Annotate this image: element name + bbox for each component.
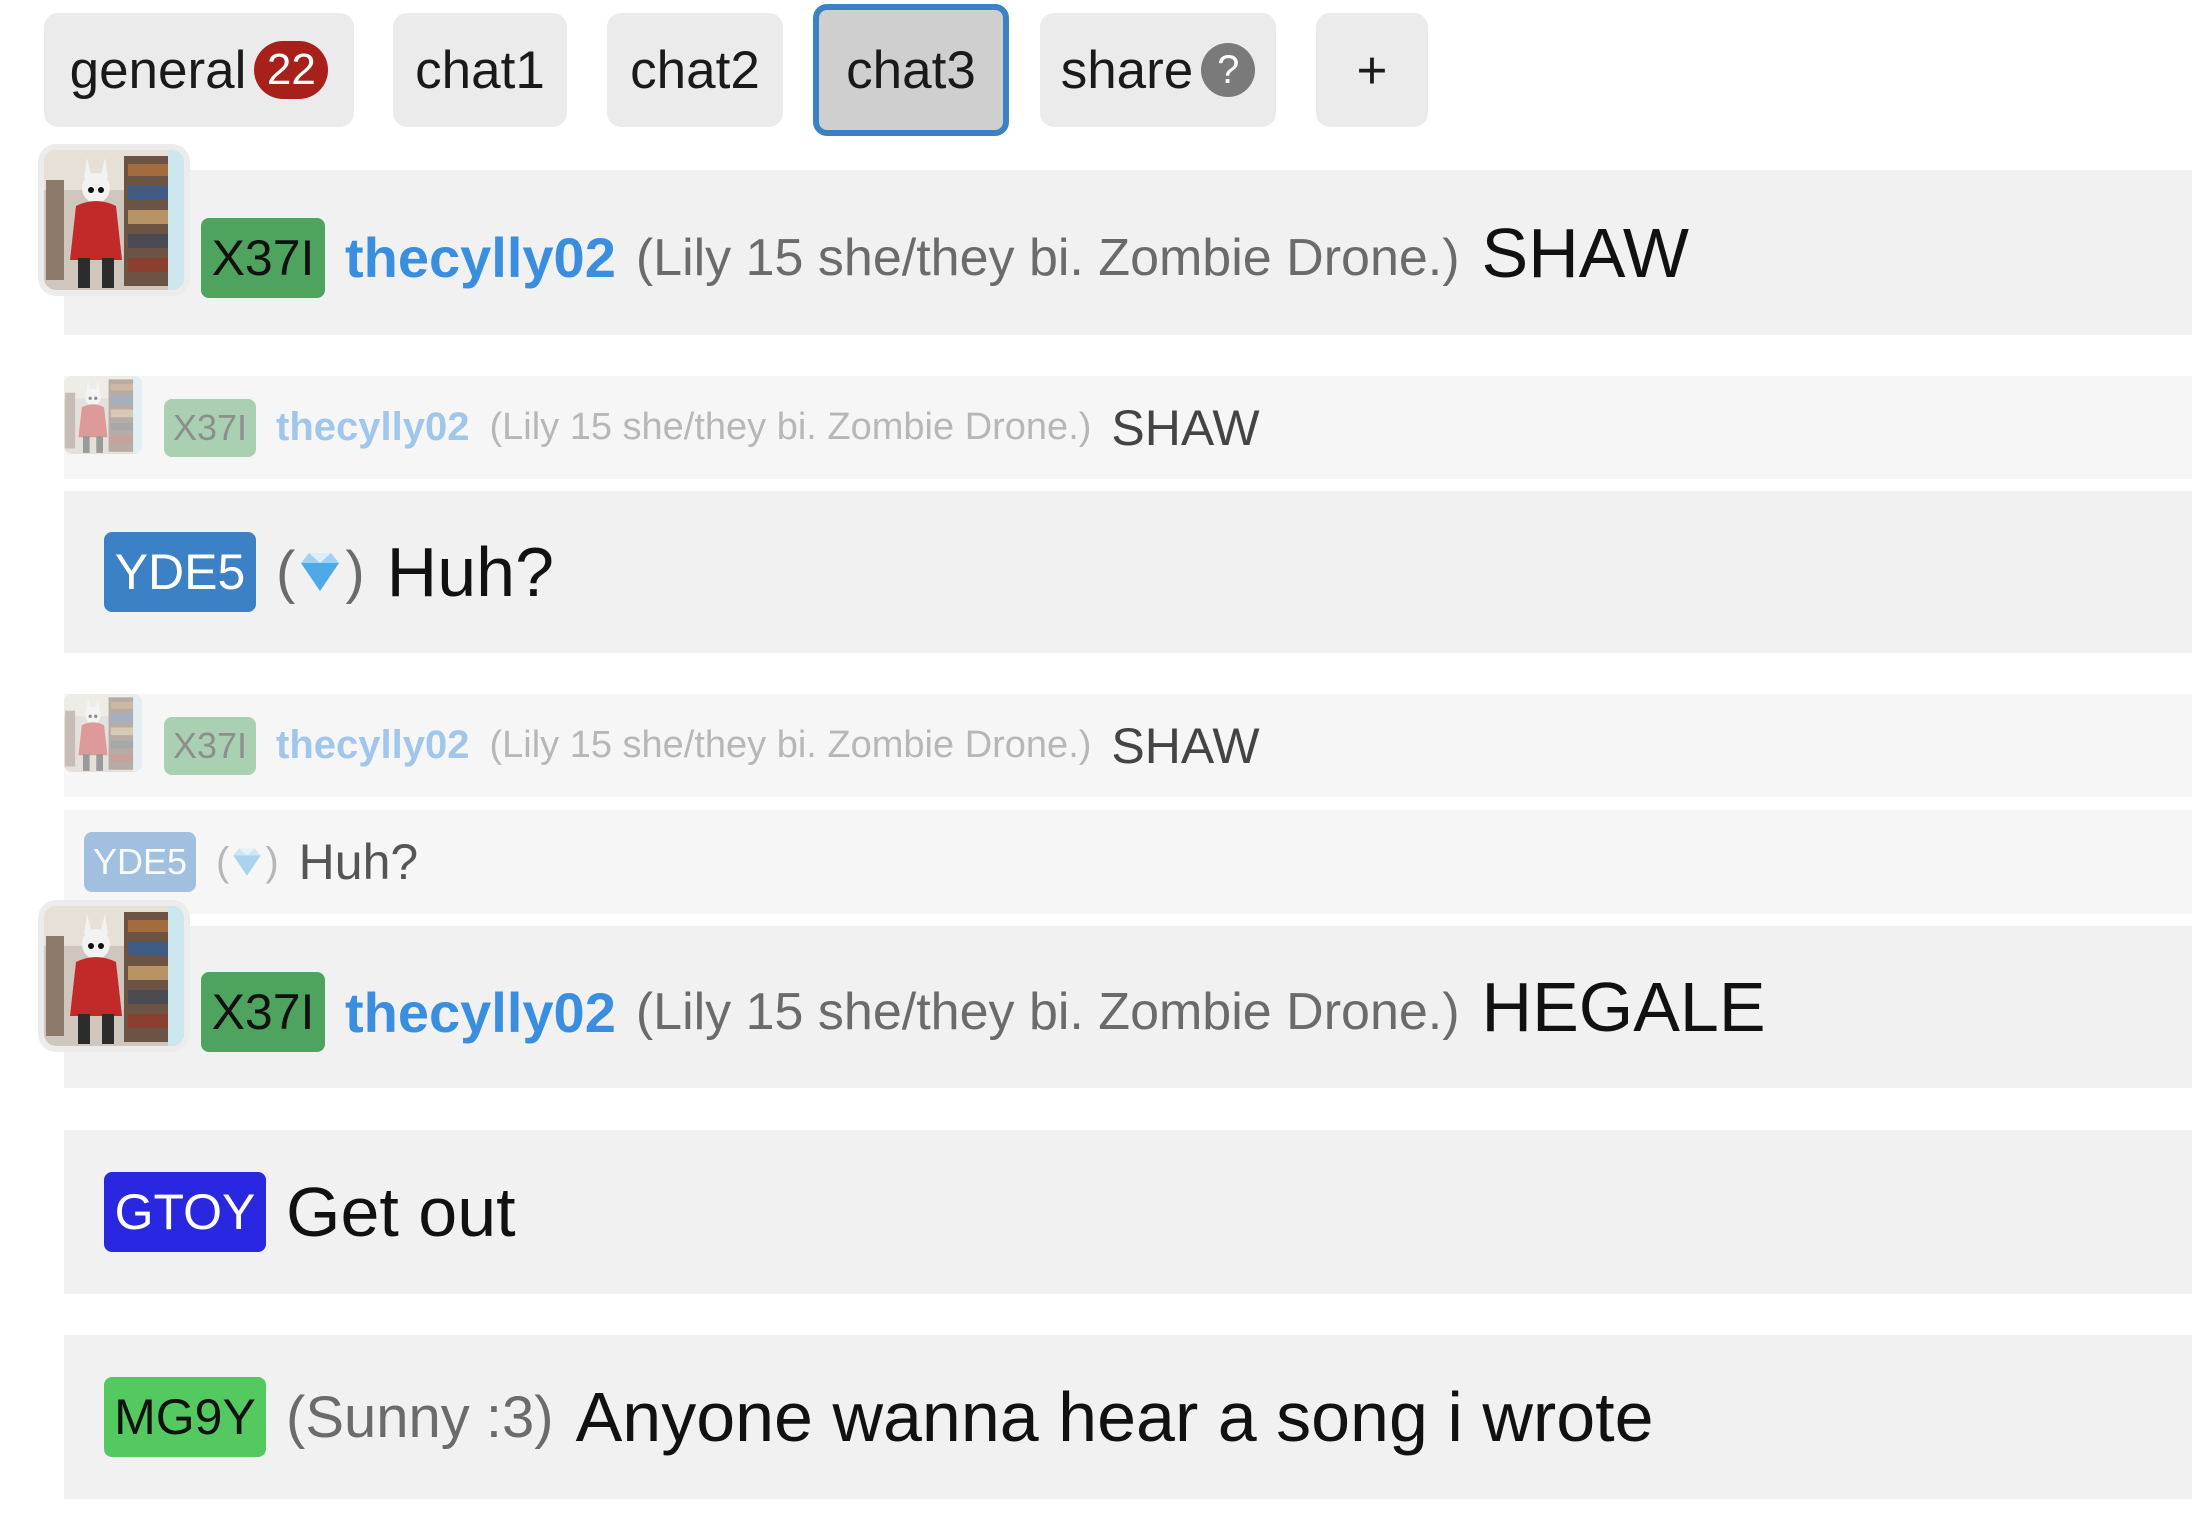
username-link[interactable]: thecylly02 (345, 980, 616, 1045)
reply-quote[interactable]: X37I thecylly02 (Lily 15 she/they bi. Zo… (64, 694, 2192, 797)
user-id-badge[interactable]: X37I (164, 398, 256, 457)
message-item[interactable]: MG9Y (Sunny :3) Anyone wanna hear a song… (64, 1335, 2192, 1499)
user-id-badge[interactable]: YDE5 (104, 532, 256, 612)
chat-tab-bar: general 22 chat1 chat2 chat3 share ? + (0, 0, 2192, 140)
username-link[interactable]: thecylly02 (276, 723, 469, 768)
user-bio: (Lily 15 she/they bi. Zombie Drone.) (489, 406, 1092, 448)
avatar-photo (64, 376, 142, 454)
avatar-photo (44, 906, 184, 1046)
reply-quote[interactable]: X37I thecylly02 (Lily 15 she/they bi. Zo… (64, 376, 2192, 479)
user-id-badge[interactable]: X37I (201, 972, 325, 1052)
tab-general[interactable]: general 22 (44, 13, 354, 127)
paren-open: ( (216, 839, 230, 884)
user-id-badge[interactable]: YDE5 (84, 832, 196, 892)
message-item[interactable]: GTOY Get out (64, 1130, 2192, 1294)
user-bio: (Lily 15 she/they bi. Zombie Drone.) (635, 228, 1460, 287)
tab-label: share (1060, 40, 1194, 100)
user-bio: (Sunny :3) (286, 1384, 554, 1450)
user-bio: (Lily 15 she/they bi. Zombie Drone.) (489, 724, 1092, 766)
message-text: HEGALE (1481, 968, 1766, 1046)
message-text: Anyone wanna hear a song i wrote (575, 1378, 1654, 1456)
avatar[interactable] (44, 150, 184, 290)
message-text: SHAW (1111, 717, 1260, 774)
tab-share[interactable]: share ? (1040, 13, 1276, 127)
tab-label: chat1 (415, 40, 545, 100)
plus-icon: + (1356, 40, 1388, 100)
user-bio: (Lily 15 she/they bi. Zombie Drone.) (635, 983, 1460, 1041)
tab-chat2[interactable]: chat2 (607, 13, 783, 127)
user-id-badge[interactable]: X37I (201, 217, 325, 298)
gem-icon (233, 848, 262, 876)
unread-count-badge: 22 (254, 41, 329, 99)
new-tab-button[interactable]: + (1316, 13, 1428, 127)
message-item[interactable]: X37I thecylly02 (Lily 15 she/they bi. Zo… (64, 926, 2192, 1088)
message-item[interactable]: X37I thecylly02 (Lily 15 she/they bi. Zo… (64, 170, 2192, 335)
tab-label: general (69, 40, 247, 100)
username-link[interactable]: thecylly02 (345, 225, 616, 290)
help-icon[interactable]: ? (1201, 43, 1256, 97)
tab-chat3[interactable]: chat3 (813, 4, 1009, 136)
paren-close: ) (265, 839, 279, 884)
message-text: Huh? (386, 533, 554, 611)
user-id-badge[interactable]: X37I (164, 716, 256, 775)
message-text: Get out (286, 1173, 516, 1251)
username-link[interactable]: thecylly02 (276, 405, 469, 450)
paren-open: ( (276, 539, 296, 605)
tab-chat1[interactable]: chat1 (393, 13, 567, 127)
avatar[interactable] (44, 906, 184, 1046)
message-text: SHAW (1111, 399, 1260, 456)
user-id-badge[interactable]: MG9Y (104, 1377, 266, 1457)
paren-close: ) (345, 539, 365, 605)
tab-label: chat3 (846, 40, 976, 100)
reply-quote[interactable]: YDE5 ( ) Huh? (64, 810, 2192, 914)
user-id-badge[interactable]: GTOY (104, 1172, 266, 1252)
message-item[interactable]: YDE5 ( ) Huh? (64, 491, 2192, 653)
avatar[interactable] (64, 376, 142, 454)
avatar[interactable] (64, 694, 142, 772)
message-text: Huh? (298, 834, 419, 890)
gem-icon (301, 553, 340, 591)
avatar-photo (44, 150, 184, 290)
avatar-photo (64, 694, 142, 772)
tab-label: chat2 (630, 40, 760, 100)
message-text: SHAW (1481, 213, 1689, 292)
